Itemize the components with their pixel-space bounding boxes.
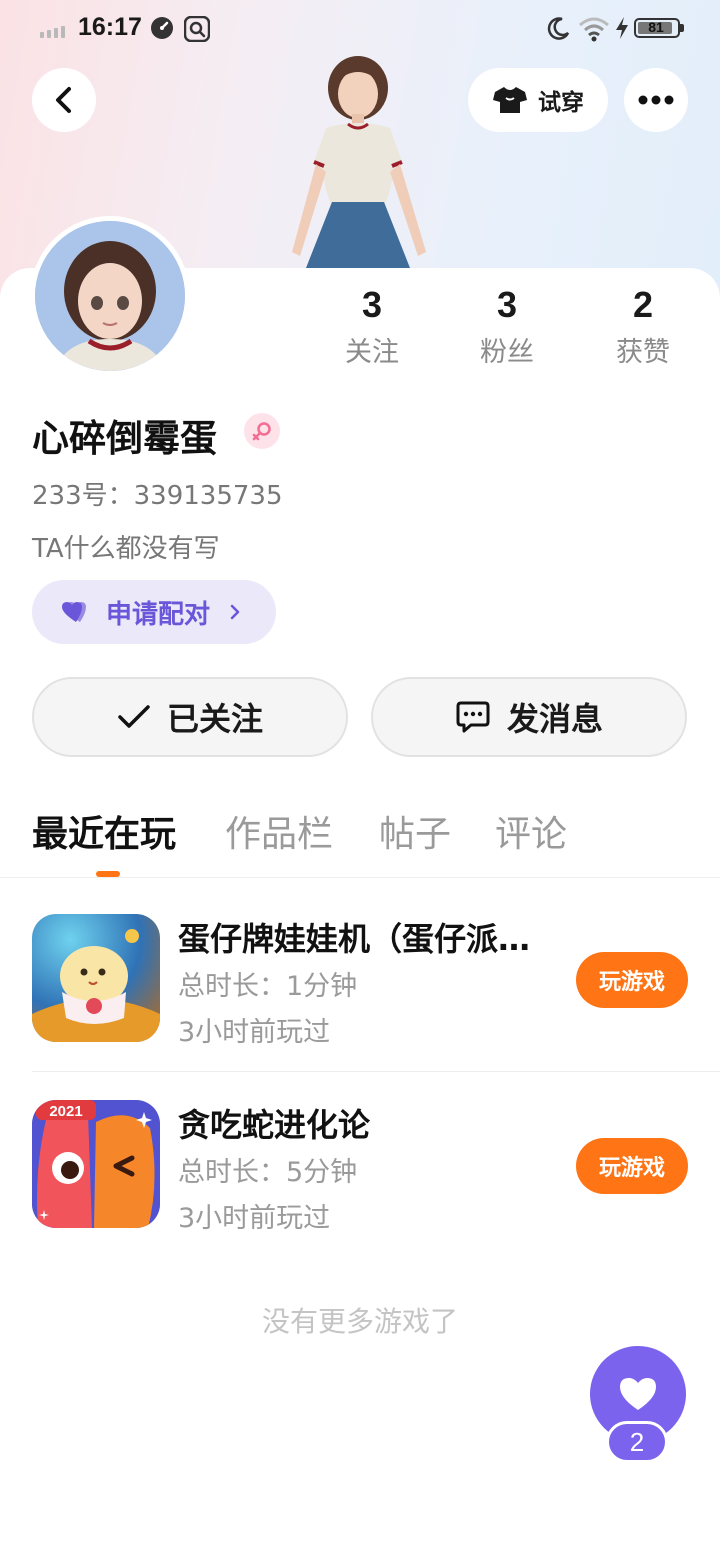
game-last-played: 3小时前玩过 xyxy=(178,1017,331,1048)
following-label: 关注 xyxy=(345,337,399,368)
user-bio: TA什么都没有写 xyxy=(32,534,220,564)
like-count-badge: 2 xyxy=(606,1421,668,1463)
profile-tabs: 最近在玩 作品栏 帖子 评论 xyxy=(0,805,720,877)
status-bar: 16:17 81 xyxy=(0,0,720,58)
game-list-item[interactable]: 2021 贪吃蛇进化论 总时长：5分钟 3小时前玩过 玩游戏 xyxy=(0,1100,720,1234)
likes-label: 获赞 xyxy=(616,337,670,368)
game-badge-year: 2021 xyxy=(49,1103,82,1120)
game-icon-eggy-claw[interactable] xyxy=(32,914,160,1042)
double-heart-icon xyxy=(62,602,86,622)
send-message-button[interactable]: 发消息 xyxy=(371,677,687,757)
battery-level: 81 xyxy=(648,19,664,35)
play-game-button[interactable]: 玩游戏 xyxy=(576,1138,688,1194)
moon-icon xyxy=(547,17,570,40)
heart-icon xyxy=(620,1378,656,1410)
play-game-button[interactable]: 玩游戏 xyxy=(576,952,688,1008)
likes-count: 2 xyxy=(632,284,654,325)
followers-count: 3 xyxy=(496,284,518,325)
no-more-games-text: 没有更多游戏了 xyxy=(261,1305,458,1338)
wifi-icon xyxy=(579,17,609,42)
following-button-label: 已关注 xyxy=(166,700,263,738)
signal-icon xyxy=(40,26,65,38)
request-pair-label: 申请配对 xyxy=(106,599,211,630)
avatar-3d-figure xyxy=(292,56,426,268)
chat-bubble-icon xyxy=(456,701,490,733)
game-duration: 总时长：1分钟 xyxy=(178,971,358,1002)
likes-stat[interactable]: 2 获赞 xyxy=(583,284,703,369)
more-button[interactable] xyxy=(624,68,688,132)
following-stat[interactable]: 3 关注 xyxy=(312,284,432,369)
tab-works[interactable]: 作品栏 xyxy=(225,805,333,857)
game-title: 贪吃蛇进化论 xyxy=(178,1106,371,1144)
game-title: 蛋仔牌娃娃机（蛋仔派… xyxy=(178,920,531,958)
request-pair-button[interactable]: 申请配对 xyxy=(32,580,276,644)
tab-comments[interactable]: 评论 xyxy=(495,805,567,857)
try-on-button[interactable]: 试穿 xyxy=(468,68,608,132)
following-count: 3 xyxy=(361,284,383,325)
search-app-icon xyxy=(184,16,210,42)
check-icon xyxy=(118,705,150,728)
username: 心碎倒霉蛋 xyxy=(32,417,217,460)
female-icon xyxy=(244,413,280,449)
game-duration: 总时长：5分钟 xyxy=(178,1157,358,1188)
profile-stats: 3 关注 3 粉丝 2 获赞 xyxy=(300,284,720,374)
game-last-played: 3小时前玩过 xyxy=(178,1203,331,1234)
charging-icon xyxy=(616,17,628,39)
following-button[interactable]: 已关注 xyxy=(32,677,348,757)
chevron-right-icon xyxy=(230,604,240,620)
tab-recently-played[interactable]: 最近在玩 xyxy=(32,805,176,857)
status-time: 16:17 xyxy=(78,13,142,41)
game-list-item[interactable]: 蛋仔牌娃娃机（蛋仔派… 总时长：1分钟 3小时前玩过 玩游戏 xyxy=(0,914,720,1048)
divider xyxy=(32,1071,720,1072)
followers-label: 粉丝 xyxy=(480,337,534,368)
game-icon-snake-evolution[interactable]: 2021 xyxy=(32,1100,160,1228)
back-button[interactable] xyxy=(32,68,96,132)
send-message-label: 发消息 xyxy=(506,700,603,738)
avatar[interactable] xyxy=(30,216,190,376)
followers-stat[interactable]: 3 粉丝 xyxy=(447,284,567,369)
shirt-icon xyxy=(493,87,527,113)
divider xyxy=(0,877,720,878)
user-id: 233号：339135735 xyxy=(32,481,283,511)
back-arrow-icon xyxy=(56,87,71,113)
speedometer-icon xyxy=(151,17,173,39)
try-on-label: 试穿 xyxy=(538,90,584,116)
more-dots-icon xyxy=(638,95,674,105)
battery-icon: 81 xyxy=(634,18,684,38)
tab-posts[interactable]: 帖子 xyxy=(379,805,451,857)
